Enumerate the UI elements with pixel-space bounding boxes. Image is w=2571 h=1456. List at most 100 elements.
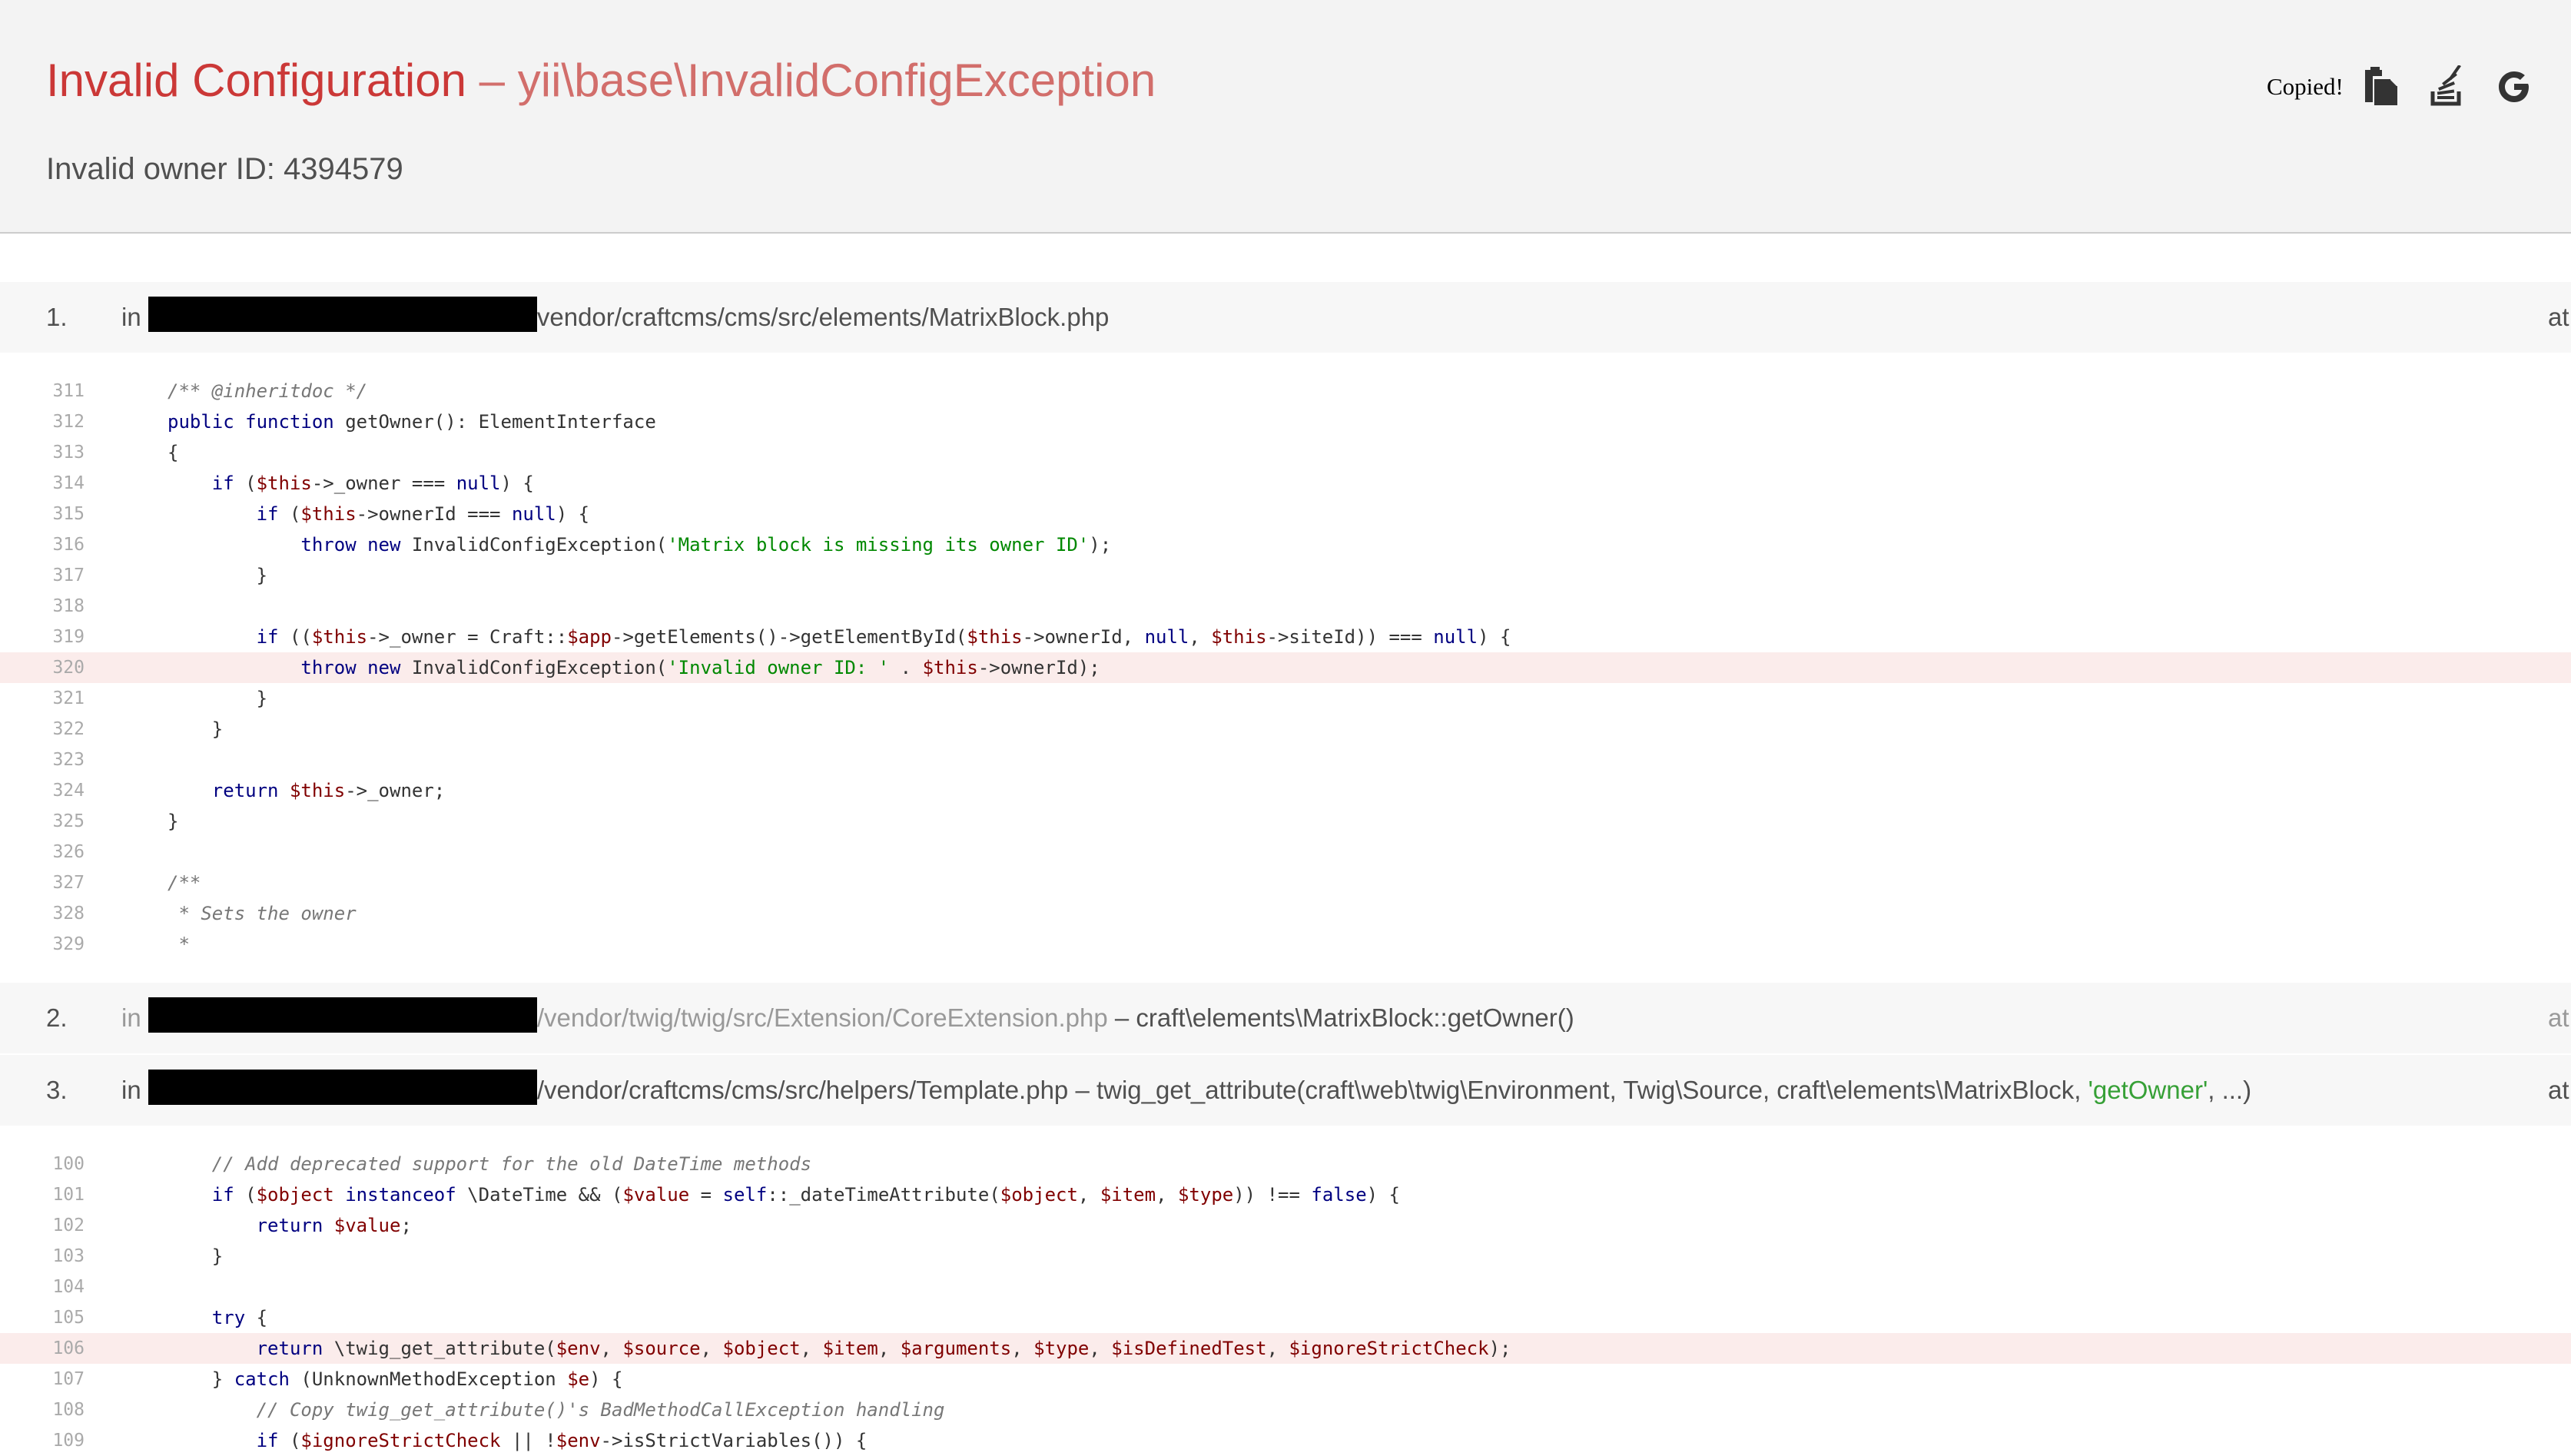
code-text: try {	[168, 1307, 268, 1328]
code-text: }	[168, 718, 224, 740]
code-line: 319 if (($this->_owner = Craft::$app->ge…	[0, 622, 2571, 652]
frame-number: 1.	[46, 303, 68, 331]
line-number: 316	[52, 535, 85, 555]
code-snippet-3: 100 // Add deprecated support for the ol…	[0, 1149, 2571, 1456]
code-text: *	[168, 934, 190, 955]
code-line: 324 return $this->_owner;	[0, 775, 2571, 806]
code-line: 317 }	[0, 560, 2571, 591]
line-number: 314	[52, 473, 85, 493]
code-text: throw new InvalidConfigException('Matrix…	[168, 534, 1112, 556]
stack-frame-2[interactable]: 2. in /vendor/twig/twig/src/Extension/Co…	[0, 983, 2571, 1053]
line-number: 320	[52, 658, 85, 678]
code-text: return $this->_owner;	[168, 780, 446, 801]
code-text: if ($object instanceof \DateTime && ($va…	[168, 1184, 1400, 1206]
line-number: 105	[52, 1308, 85, 1328]
code-text: // Add deprecated support for the old Da…	[168, 1153, 812, 1175]
code-text: public function getOwner(): ElementInter…	[168, 411, 656, 433]
code-text: if ($ignoreStrictCheck || !$env->isStric…	[168, 1430, 868, 1451]
line-number: 102	[52, 1216, 85, 1235]
code-line: 314 if ($this->_owner === null) {	[0, 468, 2571, 499]
title-separator: –	[466, 55, 518, 106]
toolbar: Copied!	[2267, 60, 2559, 114]
code-line: 109 if ($ignoreStrictCheck || !$env->isS…	[0, 1425, 2571, 1456]
line-number: 100	[52, 1154, 85, 1174]
code-line: 107 } catch (UnknownMethodException $e) …	[0, 1364, 2571, 1395]
error-header: Invalid Configuration – yii\base\Invalid…	[0, 0, 2571, 234]
code-text: {	[168, 442, 179, 463]
code-text: * Sets the owner	[168, 903, 357, 924]
function-call-argument: 'getOwner'	[2088, 1076, 2208, 1104]
exception-name: Invalid Configuration	[46, 55, 467, 106]
code-line: 108 // Copy twig_get_attribute()'s BadMe…	[0, 1395, 2571, 1425]
line-number: 312	[52, 412, 85, 432]
google-icon[interactable]	[2493, 65, 2536, 108]
error-message: Invalid owner ID: 4394579	[46, 152, 403, 186]
line-number: 311	[52, 381, 85, 401]
frame-location: in /vendor/craftcms/cms/src/helpers/Temp…	[121, 1055, 2251, 1126]
function-call: – craft\elements\MatrixBlock::getOwner()	[1107, 1003, 1574, 1032]
file-path: /vendor/twig/twig/src/Extension/CoreExte…	[536, 1003, 1108, 1032]
line-number: 323	[52, 750, 85, 770]
code-line-error: 106 return \twig_get_attribute($env, $so…	[0, 1333, 2571, 1364]
line-number: 318	[52, 596, 85, 616]
line-number: 317	[52, 565, 85, 585]
code-text: }	[168, 688, 268, 709]
code-text: if ($this->ownerId === null) {	[168, 503, 590, 525]
line-number: 109	[52, 1431, 85, 1451]
function-call: – twig_get_attribute(craft\web\twig\Envi…	[1068, 1076, 2088, 1104]
file-path: vendor/craftcms/cms/src/elements/MatrixB…	[536, 303, 1110, 331]
stack-frame-3[interactable]: 3. in /vendor/craftcms/cms/src/helpers/T…	[0, 1055, 2571, 1126]
code-text: // Copy twig_get_attribute()'s BadMethod…	[168, 1399, 945, 1421]
line-at-label: at	[2548, 1003, 2569, 1032]
line-at-label: at	[2548, 1076, 2569, 1104]
line-number: 324	[52, 781, 85, 801]
code-line: 102 return $value;	[0, 1210, 2571, 1241]
code-line: 318	[0, 591, 2571, 622]
code-text: return $value;	[168, 1215, 412, 1236]
code-text: }	[168, 565, 268, 586]
stack-frame-1[interactable]: 1. in vendor/craftcms/cms/src/elements/M…	[0, 282, 2571, 353]
code-line: 328 * Sets the owner	[0, 898, 2571, 929]
code-line: 105 try {	[0, 1302, 2571, 1333]
code-line: 321 }	[0, 683, 2571, 714]
line-number: 328	[52, 904, 85, 924]
code-text: return \twig_get_attribute($env, $source…	[168, 1338, 1511, 1359]
line-number: 325	[52, 811, 85, 831]
exception-class-link[interactable]: yii\base\InvalidConfigException	[518, 55, 1156, 106]
line-number: 327	[52, 873, 85, 893]
code-line: 323	[0, 745, 2571, 775]
code-line-error: 320 throw new InvalidConfigException('In…	[0, 652, 2571, 683]
line-number: 329	[52, 934, 85, 954]
code-line: 101 if ($object instanceof \DateTime && …	[0, 1179, 2571, 1210]
code-line: 322 }	[0, 714, 2571, 745]
code-text: /**	[168, 872, 201, 894]
code-line: 326	[0, 837, 2571, 867]
stackoverflow-icon[interactable]	[2427, 65, 2470, 108]
frame-number: 3.	[46, 1076, 68, 1104]
code-line: 325}	[0, 806, 2571, 837]
line-number: 313	[52, 443, 85, 463]
line-number: 321	[52, 688, 85, 708]
code-text: } catch (UnknownMethodException $e) {	[168, 1368, 623, 1390]
line-number: 108	[52, 1400, 85, 1420]
code-line: 315 if ($this->ownerId === null) {	[0, 499, 2571, 529]
copied-label: Copied!	[2267, 73, 2344, 100]
code-line: 327 /**	[0, 867, 2571, 898]
line-number: 326	[52, 842, 85, 862]
code-text: if ($this->_owner === null) {	[168, 473, 534, 494]
code-text: if (($this->_owner = Craft::$app->getEle…	[168, 626, 1511, 648]
code-line: 312 public function getOwner(): ElementIn…	[0, 406, 2571, 437]
frame-location: in /vendor/twig/twig/src/Extension/CoreE…	[121, 983, 1574, 1053]
function-call-suffix: , ...)	[2208, 1076, 2252, 1104]
copy-icon[interactable]	[2360, 65, 2403, 108]
line-number: 107	[52, 1369, 85, 1389]
line-number: 322	[52, 719, 85, 739]
redacted-path-block	[148, 1070, 537, 1105]
code-line: 104	[0, 1272, 2571, 1302]
line-number: 103	[52, 1246, 85, 1266]
page-title: Invalid Configuration – yii\base\Invalid…	[46, 48, 1156, 114]
code-line: 329 *	[0, 929, 2571, 960]
code-snippet-1: 311 /** @inheritdoc */ 312 public function …	[0, 376, 2571, 960]
code-text: /** @inheritdoc */	[168, 380, 368, 402]
line-number: 101	[52, 1185, 85, 1205]
